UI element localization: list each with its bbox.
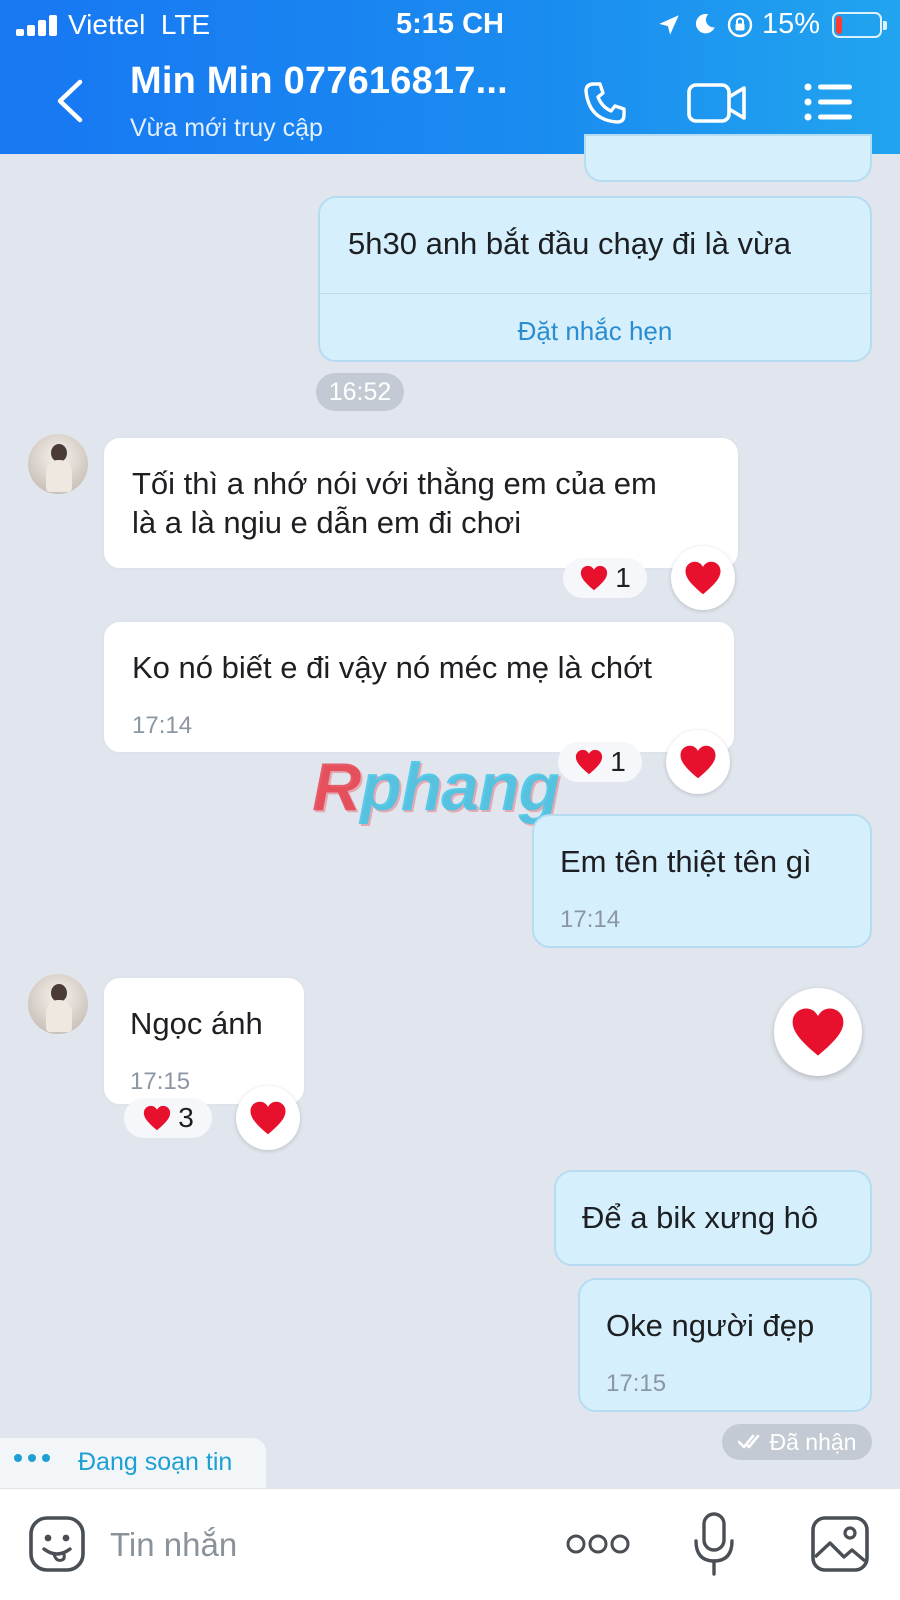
message-bubble-received[interactable]: Tối thì a nhớ nói với thằng em của em là… [102, 436, 740, 570]
bubble-divider [320, 293, 870, 294]
message-time: 17:15 [130, 1068, 191, 1095]
message-text-line-2: là a là ngiu e dẫn em đi chơi [132, 505, 522, 540]
quick-heart-button[interactable] [774, 988, 862, 1076]
reaction-summary[interactable]: 1 [558, 742, 642, 782]
heart-icon [680, 745, 716, 779]
battery-percent-label: 15% [762, 8, 821, 40]
reaction-summary[interactable]: 3 [124, 1098, 212, 1138]
message-bubble-received[interactable]: Ko nó biết e đi vậy nó méc mẹ là chớt 17… [102, 620, 736, 754]
message-text-line-1: Tối thì a nhớ nói với thằng em của em [132, 466, 657, 501]
reaction-summary[interactable]: 1 [563, 558, 647, 598]
battery-icon [832, 12, 887, 38]
more-options-icon[interactable] [566, 1531, 630, 1557]
heart-icon [250, 1101, 286, 1135]
location-arrow-icon [659, 15, 679, 35]
message-text: Để a bik xưng hô [582, 1200, 819, 1235]
rotation-lock-icon [727, 12, 753, 38]
set-reminder-link[interactable]: Đặt nhắc hẹn [320, 312, 870, 351]
message-time: 17:15 [606, 1370, 667, 1397]
contact-name[interactable]: Min Min 077616817... [130, 60, 508, 103]
previous-message-bubble[interactable] [584, 134, 872, 182]
react-heart-button[interactable] [666, 730, 730, 794]
time-separator: 16:52 [316, 373, 404, 411]
message-bubble-sent[interactable]: Để a bik xưng hô [554, 1170, 872, 1266]
heart-icon [581, 565, 608, 591]
message-text: 5h30 anh bắt đầu chạy đi là vừa [348, 226, 792, 261]
message-text: Ko nó biết e đi vậy nó méc mẹ là chớt [132, 650, 653, 685]
watermark-logo: Rphang [312, 749, 560, 825]
react-heart-button[interactable] [671, 546, 735, 610]
heart-icon [792, 1008, 844, 1056]
contact-avatar[interactable] [28, 974, 88, 1034]
typing-dots-icon [14, 1454, 50, 1462]
double-check-icon [737, 1434, 759, 1449]
phone-icon[interactable] [580, 78, 630, 128]
reaction-count: 1 [610, 746, 626, 777]
message-time: 17:14 [132, 712, 193, 739]
message-bubble-sent[interactable]: Em tên thiệt tên gì 17:14 [532, 814, 872, 948]
react-heart-button[interactable] [236, 1086, 300, 1150]
delivery-status-label: Đã nhận [769, 1428, 857, 1455]
typing-indicator: Đang soạn tin [0, 1438, 266, 1488]
reaction-count: 1 [615, 562, 631, 593]
contact-avatar[interactable] [28, 434, 88, 494]
video-camera-icon[interactable] [686, 80, 748, 126]
list-menu-icon[interactable] [802, 80, 854, 124]
message-bubble-sent[interactable]: Oke người đẹp 17:15 [578, 1278, 872, 1412]
reaction-count: 3 [178, 1102, 194, 1133]
battery-level-fill [836, 16, 842, 34]
message-input[interactable] [110, 1517, 530, 1573]
contact-status: Vừa mới truy cập [130, 114, 323, 142]
microphone-icon[interactable] [692, 1511, 736, 1577]
sticker-icon[interactable] [28, 1515, 86, 1573]
back-arrow-icon[interactable] [48, 78, 92, 124]
heart-icon [685, 561, 721, 595]
chat-header: Viettel LTE 5:15 CH 15% Min Min 07761681… [0, 0, 900, 154]
message-input-bar [0, 1488, 900, 1600]
moon-icon [695, 13, 715, 34]
heart-icon [144, 1105, 171, 1131]
status-bar: Viettel LTE 5:15 CH 15% [0, 0, 900, 50]
message-time: 17:14 [560, 906, 621, 933]
message-text: Oke người đẹp [606, 1308, 815, 1343]
message-text: Ngọc ánh [130, 1006, 263, 1041]
image-gallery-icon[interactable] [810, 1515, 870, 1573]
heart-icon [576, 749, 603, 775]
message-text: Em tên thiệt tên gì [560, 844, 812, 879]
delivery-status-badge: Đã nhận [722, 1424, 872, 1460]
message-bubble-sent[interactable]: 5h30 anh bắt đầu chạy đi là vừa Đặt nhắc… [318, 196, 872, 362]
typing-label: Đang soạn tin [78, 1448, 233, 1476]
